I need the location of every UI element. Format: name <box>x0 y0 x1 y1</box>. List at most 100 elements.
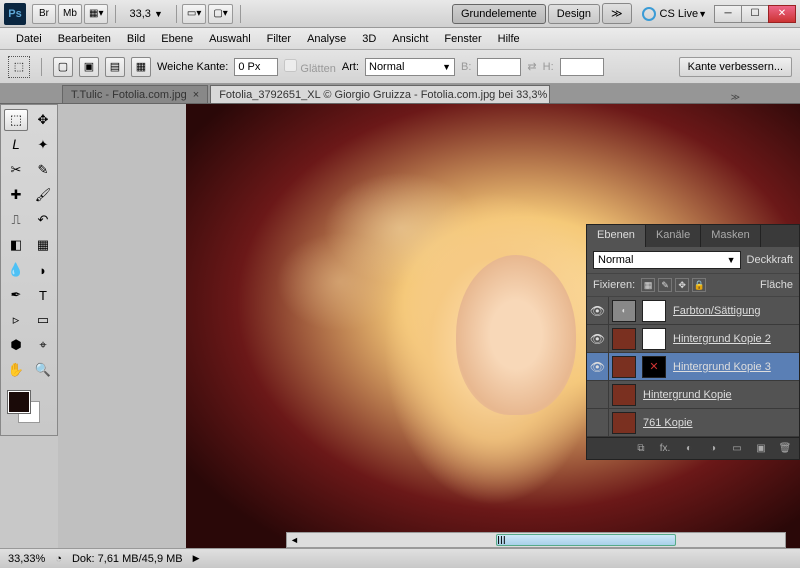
tab-scroll-right[interactable]: ≫ <box>731 92 740 103</box>
app-logo[interactable]: Ps <box>4 3 26 25</box>
type-tool[interactable]: T <box>31 284 55 306</box>
eraser-tool[interactable]: ◧ <box>4 234 28 256</box>
layer-fx-icon[interactable]: fx. <box>657 442 673 456</box>
layer-name[interactable]: Hintergrund Kopie 3 <box>669 361 799 373</box>
layer-visibility-icon[interactable]: 👁 <box>587 325 609 352</box>
3d-tool[interactable]: ⬢ <box>4 334 28 356</box>
status-info-icon[interactable]: ◔ <box>55 553 62 565</box>
delete-layer-icon[interactable]: 🗑 <box>777 442 793 456</box>
move-tool[interactable]: ✥ <box>31 109 55 131</box>
adjustment-layer-icon[interactable]: ◑ <box>705 442 721 456</box>
scroll-left-icon[interactable]: ◄ <box>290 535 299 545</box>
layer-name[interactable]: Hintergrund Kopie <box>639 389 799 401</box>
layer-thumb[interactable] <box>612 328 636 350</box>
menu-fenster[interactable]: Fenster <box>436 30 489 48</box>
new-layer-icon[interactable]: ▣ <box>753 442 769 456</box>
layer-mask-thumb[interactable] <box>642 328 666 350</box>
foreground-color[interactable] <box>8 391 30 413</box>
camera-tool[interactable]: ⌖ <box>31 334 55 356</box>
layer-name[interactable]: 761 Kopie <box>639 417 799 429</box>
layer-mask-thumb[interactable]: ✕ <box>642 356 666 378</box>
stamp-tool[interactable]: ⎍ <box>4 209 28 231</box>
adjustment-thumb[interactable]: ◐ <box>612 300 636 322</box>
menu-3d[interactable]: 3D <box>354 30 384 48</box>
zoom-level[interactable]: 33,3 ▼ <box>129 8 162 20</box>
sel-intersect-icon[interactable]: ▦ <box>131 57 151 77</box>
layer-group-icon[interactable]: ▭ <box>729 442 745 456</box>
close-button[interactable]: ✕ <box>768 5 796 23</box>
link-layers-icon[interactable]: ⧉ <box>633 442 649 456</box>
menu-ansicht[interactable]: Ansicht <box>384 30 436 48</box>
menu-bearbeiten[interactable]: Bearbeiten <box>50 30 119 48</box>
blend-mode-select[interactable]: Normal▼ <box>593 251 741 269</box>
sel-subtract-icon[interactable]: ▤ <box>105 57 125 77</box>
eyedrop-tool[interactable]: ✎ <box>31 159 55 181</box>
sel-add-icon[interactable]: ▣ <box>79 57 99 77</box>
arrange-button[interactable]: ▭▾ <box>182 4 206 24</box>
layer-visibility-icon[interactable]: 👁 <box>587 353 609 380</box>
layer-thumb[interactable] <box>612 356 636 378</box>
menu-analyse[interactable]: Analyse <box>299 30 354 48</box>
wand-tool[interactable]: ✦ <box>31 134 55 156</box>
pen-tool[interactable]: ✒ <box>4 284 28 306</box>
lock-all-icon[interactable]: 🔒 <box>692 278 706 292</box>
layer-thumb[interactable] <box>612 412 636 434</box>
view-extras-button[interactable]: ▦▾ <box>84 4 108 24</box>
status-zoom[interactable]: 33,33% <box>8 553 45 565</box>
menu-datei[interactable]: Datei <box>8 30 50 48</box>
menu-auswahl[interactable]: Auswahl <box>201 30 259 48</box>
minimize-button[interactable]: ─ <box>714 5 742 23</box>
shape-tool[interactable]: ▭ <box>31 309 55 331</box>
brush-tool[interactable]: 🖌 <box>31 184 55 206</box>
history-tool[interactable]: ↶ <box>31 209 55 231</box>
hand-tool[interactable]: ✋ <box>4 359 28 381</box>
style-select[interactable]: Normal▼ <box>365 58 455 76</box>
menu-ebene[interactable]: Ebene <box>153 30 201 48</box>
maximize-button[interactable]: ☐ <box>741 5 769 23</box>
dodge-tool[interactable]: ◗ <box>31 259 55 281</box>
minibridge-button[interactable]: Mb <box>58 4 82 24</box>
screenmode-button[interactable]: ▢▾ <box>208 4 232 24</box>
layer-row[interactable]: Hintergrund Kopie <box>587 381 799 409</box>
horizontal-scrollbar[interactable]: ◄ ǀǀǀ <box>286 532 786 548</box>
bridge-button[interactable]: Br <box>32 4 56 24</box>
color-swatches[interactable] <box>4 391 54 431</box>
panel-tab-ebenen[interactable]: Ebenen <box>587 225 646 247</box>
layer-visibility-icon[interactable]: 👁 <box>587 297 609 324</box>
blur-tool[interactable]: 💧 <box>4 259 28 281</box>
crop-tool[interactable]: ✂ <box>4 159 28 181</box>
gradient-tool[interactable]: ▦ <box>31 234 55 256</box>
document-tab[interactable]: Fotolia_3792651_XL © Giorgio Gruizza - F… <box>210 85 550 103</box>
cslive-button[interactable]: CS Live ▼ <box>642 7 707 21</box>
refine-edge-button[interactable]: Kante verbessern... <box>679 57 792 77</box>
scroll-thumb[interactable]: ǀǀǀ <box>496 534 676 546</box>
zoom-tool[interactable]: 🔍 <box>31 359 55 381</box>
layer-row[interactable]: 👁 ✕Hintergrund Kopie 3 <box>587 353 799 381</box>
tab-close-icon[interactable]: × <box>193 89 199 101</box>
status-doc-size[interactable]: Dok: 7,61 MB/45,9 MB <box>72 553 183 565</box>
menu-bild[interactable]: Bild <box>119 30 153 48</box>
layer-name[interactable]: Farbton/Sättigung <box>669 305 799 317</box>
current-tool-icon[interactable]: ⬚ <box>8 56 30 78</box>
path-tool[interactable]: ▹ <box>4 309 28 331</box>
status-menu[interactable]: ▶ <box>193 553 200 564</box>
heal-tool[interactable]: ✚ <box>4 184 28 206</box>
layer-mask-thumb[interactable] <box>642 300 666 322</box>
lock-transparent-icon[interactable]: ▦ <box>641 278 655 292</box>
document-tab[interactable]: T.Tulic - Fotolia.com.jpg× <box>62 85 208 103</box>
layer-visibility-icon[interactable] <box>587 381 609 408</box>
layer-row[interactable]: 👁 Hintergrund Kopie 2 <box>587 325 799 353</box>
layer-row[interactable]: 761 Kopie <box>587 409 799 437</box>
lock-position-icon[interactable]: ✥ <box>675 278 689 292</box>
layer-mask-icon[interactable]: ◐ <box>681 442 697 456</box>
layer-name[interactable]: Hintergrund Kopie 2 <box>669 333 799 345</box>
panel-tab-masken[interactable]: Masken <box>701 225 761 247</box>
menu-hilfe[interactable]: Hilfe <box>490 30 528 48</box>
panel-tab-kanäle[interactable]: Kanäle <box>646 225 701 247</box>
workspace-design[interactable]: Design <box>548 4 600 24</box>
sel-new-icon[interactable]: ▢ <box>53 57 73 77</box>
layer-thumb[interactable] <box>612 384 636 406</box>
menu-filter[interactable]: Filter <box>259 30 299 48</box>
marquee-tool[interactable]: ⬚ <box>4 109 28 131</box>
lasso-tool[interactable]: 𝘓 <box>4 134 28 156</box>
